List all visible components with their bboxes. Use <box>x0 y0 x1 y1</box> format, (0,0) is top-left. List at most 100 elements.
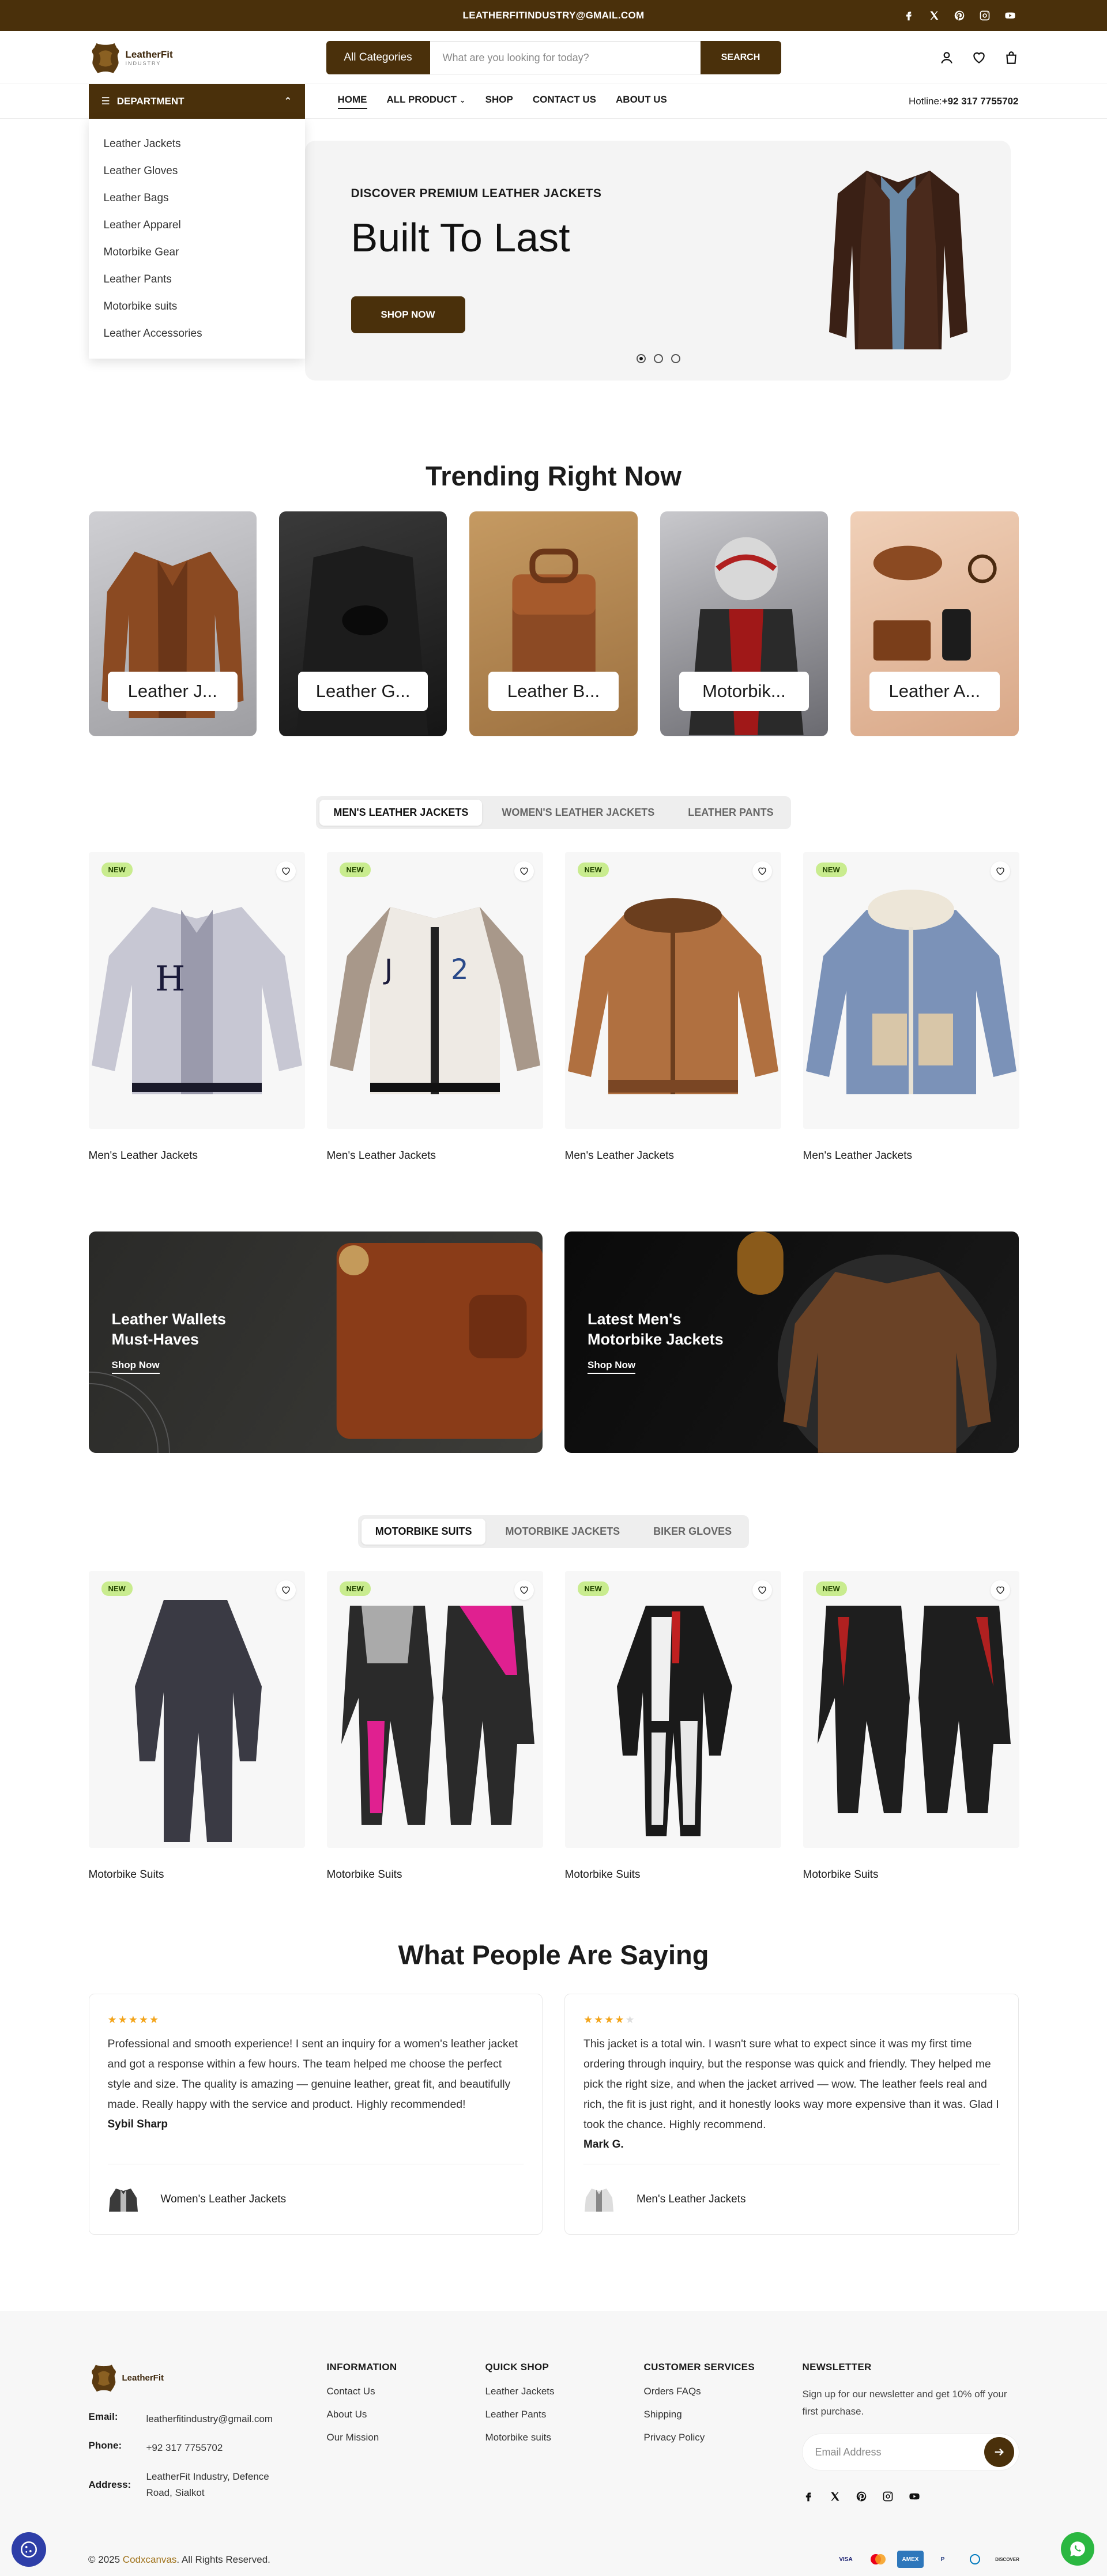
department-item[interactable]: Leather Bags <box>104 184 290 212</box>
product-name[interactable]: Men's Leather Jackets <box>89 1150 305 1162</box>
footer-link[interactable]: Shipping <box>644 2409 803 2432</box>
tab-womens-jackets[interactable]: WOMEN'S LEATHER JACKETS <box>488 800 668 826</box>
footer-link[interactable]: Our Mission <box>327 2432 485 2455</box>
product-card[interactable]: NEW Men's Leather Jackets <box>564 852 781 1162</box>
facebook-icon[interactable] <box>803 2491 814 2502</box>
product-name[interactable]: Motorbike Suits <box>89 1869 305 1881</box>
nav-contact[interactable]: CONTACT US <box>533 94 596 109</box>
category-select[interactable]: All Categories <box>326 41 430 74</box>
product-name[interactable]: Men's Leather Jackets <box>327 1150 543 1162</box>
department-item[interactable]: Leather Apparel <box>104 212 290 239</box>
pinterest-icon[interactable] <box>856 2491 867 2502</box>
product-card[interactable]: NEW Motorbike Suits <box>803 1571 1019 1881</box>
instagram-icon[interactable] <box>882 2491 894 2502</box>
product-name[interactable]: Motorbike Suits <box>565 1869 781 1881</box>
product-card[interactable]: NEW Motorbike Suits <box>326 1571 543 1881</box>
instagram-icon[interactable] <box>979 10 991 21</box>
wishlist-button[interactable] <box>514 861 534 881</box>
wishlist-button[interactable] <box>752 861 772 881</box>
department-item[interactable]: Motorbike suits <box>104 293 290 320</box>
trending-card[interactable]: Leather A... <box>850 511 1019 736</box>
user-icon[interactable] <box>939 50 954 65</box>
wishlist-button[interactable] <box>990 1580 1010 1600</box>
nav-about[interactable]: ABOUT US <box>616 94 667 109</box>
youtube-icon[interactable] <box>1004 10 1016 21</box>
product-image[interactable]: J2 NEW <box>326 852 543 1129</box>
promo-banner-motorbike[interactable]: Latest Men's Motorbike Jackets Shop Now <box>564 1231 1019 1453</box>
trending-card[interactable]: Leather G... <box>278 511 447 736</box>
product-image[interactable]: NEW <box>564 852 781 1129</box>
wishlist-button[interactable] <box>990 861 1010 881</box>
tab-mens-jackets[interactable]: MEN'S LEATHER JACKETS <box>319 800 483 826</box>
newsletter-email-input[interactable]: Email Address <box>815 2446 882 2458</box>
pinterest-icon[interactable] <box>954 10 965 21</box>
x-icon[interactable] <box>829 2491 841 2502</box>
product-image[interactable]: NEW <box>326 1571 543 1848</box>
nav-all-product[interactable]: ALL PRODUCT ⌄ <box>387 94 466 109</box>
cookie-settings-button[interactable] <box>12 2532 46 2567</box>
product-image[interactable]: NEW <box>803 852 1019 1129</box>
department-item[interactable]: Motorbike Gear <box>104 239 290 266</box>
banner-shop-link[interactable]: Shop Now <box>588 1359 636 1374</box>
slider-dot[interactable] <box>671 354 680 363</box>
trending-card[interactable]: Motorbik... <box>660 511 829 736</box>
product-name[interactable]: Men's Leather Jackets <box>803 1150 1019 1162</box>
product-image[interactable]: NEW <box>803 1571 1019 1848</box>
wishlist-button[interactable] <box>514 1580 534 1600</box>
product-card[interactable]: J2 NEW Men's Leather Jackets <box>326 852 543 1162</box>
heart-icon[interactable] <box>972 50 986 65</box>
product-name[interactable]: Motorbike Suits <box>327 1869 543 1881</box>
product-image[interactable]: NEW <box>88 1571 305 1848</box>
review-product[interactable]: Men's Leather Jackets <box>583 2164 1000 2234</box>
product-name[interactable]: Men's Leather Jackets <box>565 1150 781 1162</box>
product-card[interactable]: NEW Motorbike Suits <box>564 1571 781 1881</box>
search-input[interactable]: What are you looking for today? <box>430 41 701 74</box>
footer-link[interactable]: Motorbike suits <box>485 2432 644 2455</box>
department-toggle[interactable]: ☰ DEPARTMENT ⌃ <box>88 84 305 119</box>
wishlist-button[interactable] <box>276 1580 296 1600</box>
nav-home[interactable]: HOME <box>337 94 367 109</box>
product-card[interactable]: NEW Men's Leather Jackets <box>803 852 1019 1162</box>
department-item[interactable]: Leather Accessories <box>104 320 290 347</box>
product-card[interactable]: H NEW Men's Leather Jackets <box>88 852 305 1162</box>
newsletter-submit-button[interactable] <box>984 2437 1014 2467</box>
search-button[interactable]: SEARCH <box>700 41 781 74</box>
footer-phone[interactable]: +92 317 7755702 <box>146 2440 223 2456</box>
cart-bag-icon[interactable] <box>1004 50 1019 65</box>
department-item[interactable]: Leather Pants <box>104 266 290 293</box>
slider-dot[interactable] <box>653 354 663 363</box>
tab-leather-pants[interactable]: LEATHER PANTS <box>674 800 787 826</box>
tab-motorbike-suits[interactable]: MOTORBIKE SUITS <box>361 1519 486 1545</box>
footer-link[interactable]: Contact Us <box>327 2386 485 2409</box>
tab-biker-gloves[interactable]: BIKER GLOVES <box>639 1519 745 1545</box>
footer-email[interactable]: leatherfitindustry@gmail.com <box>146 2411 273 2427</box>
department-item[interactable]: Leather Gloves <box>104 157 290 184</box>
trending-card[interactable]: Leather B... <box>469 511 638 736</box>
whatsapp-button[interactable] <box>1061 2532 1094 2566</box>
footer-link[interactable]: About Us <box>327 2409 485 2432</box>
banner-shop-link[interactable]: Shop Now <box>111 1359 160 1374</box>
shop-now-button[interactable]: SHOP NOW <box>351 296 465 333</box>
top-email[interactable]: LEATHERFITINDUSTRY@GMAIL.COM <box>463 10 645 21</box>
youtube-icon[interactable] <box>909 2491 920 2502</box>
trending-card[interactable]: Leather J... <box>88 511 257 736</box>
footer-logo[interactable]: LeatherFit <box>89 2362 327 2394</box>
footer-link[interactable]: Leather Jackets <box>485 2386 644 2409</box>
nav-shop[interactable]: SHOP <box>485 94 513 109</box>
footer-link[interactable]: Leather Pants <box>485 2409 644 2432</box>
facebook-icon[interactable] <box>903 10 914 21</box>
copyright-brand-link[interactable]: Codxcanvas <box>123 2554 177 2565</box>
footer-link[interactable]: Privacy Policy <box>644 2432 803 2455</box>
product-card[interactable]: NEW Motorbike Suits <box>88 1571 305 1881</box>
site-logo[interactable]: LeatherFit industry <box>89 40 326 76</box>
promo-banner-wallets[interactable]: Leather Wallets Must-Haves Shop Now <box>88 1231 543 1453</box>
x-icon[interactable] <box>928 10 940 21</box>
department-item[interactable]: Leather Jackets <box>104 130 290 157</box>
review-product[interactable]: Women's Leather Jackets <box>107 2164 524 2234</box>
product-image[interactable]: H NEW <box>88 852 305 1129</box>
product-image[interactable]: NEW <box>564 1571 781 1848</box>
footer-link[interactable]: Orders FAQs <box>644 2386 803 2409</box>
product-name[interactable]: Motorbike Suits <box>803 1869 1019 1881</box>
hotline-number[interactable]: +92 317 7755702 <box>942 96 1019 107</box>
wishlist-button[interactable] <box>752 1580 772 1600</box>
